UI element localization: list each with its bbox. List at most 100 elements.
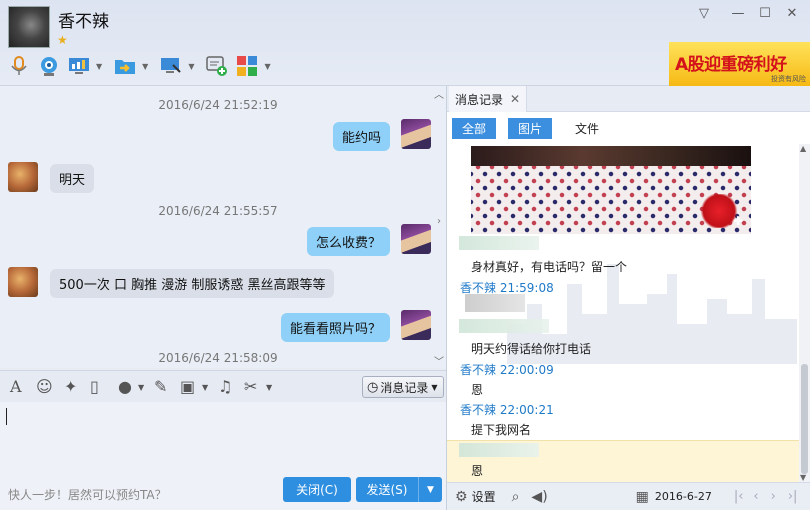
folder-arrow-icon (115, 60, 136, 74)
history-message[interactable]: 恩 (471, 381, 483, 398)
message-timestamp: 2016/6/24 21:58:09 (158, 351, 278, 365)
screen-share-icon (161, 58, 182, 73)
history-photo[interactable]: ✚ (471, 146, 751, 234)
create-discussion-button[interactable] (204, 53, 230, 79)
chat-toolbar: ▼ ▼ ▼ ▼ (6, 52, 281, 80)
settings-label[interactable]: 设置 (472, 488, 496, 505)
redacted-name (459, 443, 539, 457)
history-list[interactable]: ✚ 身材真好，有电话吗？留一个 香不辣 21:59:08 明天约得话给你打电话 … (447, 144, 799, 482)
calendar-icon[interactable]: ▦ (636, 489, 649, 505)
close-button[interactable]: 关闭(C) (283, 477, 351, 502)
chevron-down-icon[interactable]: ▼ (202, 383, 208, 392)
my-avatar[interactable] (401, 224, 431, 254)
message-bubble-sent[interactable]: 能约吗 (332, 122, 390, 151)
voice-call-button[interactable] (6, 53, 32, 79)
history-scrollbar[interactable]: ▲ ▼ (799, 144, 810, 482)
microphone-icon (11, 56, 27, 75)
history-message[interactable]: 身材真好，有电话吗？留一个 (471, 258, 627, 275)
message-bubble-received[interactable]: 明天 (50, 164, 95, 193)
voice-message-icon[interactable]: ● (118, 377, 132, 396)
filter-files[interactable]: 文件 (565, 118, 609, 139)
image-icon[interactable]: ▣ (180, 377, 195, 396)
filter-all[interactable]: 全部 (452, 118, 497, 139)
zoom-icon[interactable]: ✚ (733, 214, 743, 228)
music-icon[interactable]: ♫ (218, 377, 232, 396)
message-bubble-received[interactable]: 500一次 口 胸推 漫游 制服诱惑 黑丝高跟等等 (50, 269, 335, 298)
history-date[interactable]: 2016-6-27 (655, 490, 712, 503)
history-message[interactable]: 恩 (471, 462, 483, 479)
message-log-button[interactable]: ◷ 消息记录 ▼ (362, 376, 444, 398)
gear-icon[interactable]: ⚙ (455, 489, 468, 505)
message-area[interactable]: ︿ 2016/6/24 21:52:19 能约吗 明天 2016/6/24 21… (0, 86, 446, 368)
close-window-button[interactable]: ✕ (782, 4, 802, 24)
close-icon[interactable]: ✕ (510, 92, 520, 106)
history-footer: ⚙ 设置 ⌕ ◀) ▦ 2016-6-27 |‹ ‹ › ›| (447, 482, 810, 510)
advertisement-banner[interactable]: A股迎重磅利好 投资有风险 (669, 42, 810, 86)
chevron-right-icon[interactable]: › (437, 216, 447, 236)
chat-header: 香不辣 ★ ▽ — ☐ ✕ ▼ ▼ ▼ ▼ A股迎重磅利好 投资有风险 (0, 0, 810, 86)
chevron-down-icon[interactable]: ▼ (96, 62, 102, 71)
message-log-label: 消息记录 (380, 380, 429, 395)
search-icon[interactable]: ⌕ (512, 489, 520, 505)
message-bubble-sent[interactable]: 怎么收费？ (306, 227, 390, 256)
clock-icon: ◷ (367, 379, 379, 395)
apps-button[interactable] (234, 53, 260, 79)
window-menu-button[interactable]: ▽ (694, 4, 714, 24)
history-panel: 消息记录 ✕ 全部 图片 文件 ✚ 身材真好，有电话吗？留一个 香不辣 21:5… (447, 86, 810, 510)
first-page-icon[interactable]: |‹ (734, 489, 744, 504)
star-icon: ★ (57, 33, 68, 47)
shake-window-icon[interactable]: ▯ (90, 377, 99, 396)
font-icon[interactable]: A (10, 377, 22, 396)
last-page-icon[interactable]: ›| (788, 489, 798, 504)
chevron-down-icon[interactable]: ▼ (138, 383, 144, 392)
chevron-down-icon[interactable]: ▼ (142, 62, 148, 71)
ad-disclaimer: 投资有风险 (771, 75, 806, 83)
chevron-down-icon[interactable]: ▼ (188, 62, 194, 71)
send-button[interactable]: 发送(S) ▼ (356, 477, 442, 502)
scroll-up-icon[interactable]: ▲ (800, 144, 806, 153)
contact-avatar[interactable] (8, 6, 50, 48)
my-avatar[interactable] (401, 310, 431, 340)
send-label[interactable]: 发送(S) (356, 481, 418, 498)
contact-avatar-small[interactable] (8, 162, 38, 192)
speaker-icon[interactable]: ◀) (531, 489, 547, 505)
next-page-icon[interactable]: › (771, 489, 776, 504)
redacted-image (465, 294, 525, 312)
message-bubble-sent[interactable]: 能看看照片吗？ (280, 313, 390, 342)
emoji-icon[interactable]: ☺ (36, 377, 53, 396)
video-call-button[interactable] (36, 53, 62, 79)
send-options-dropdown[interactable]: ▼ (418, 477, 442, 502)
redacted-name (459, 319, 549, 333)
filter-images[interactable]: 图片 (508, 118, 553, 139)
edit-icon[interactable]: ✎ (154, 377, 167, 396)
chevron-down-icon[interactable]: ▼ (264, 62, 270, 71)
send-file-button[interactable] (112, 53, 138, 79)
monitor-chart-icon (69, 58, 89, 74)
contact-avatar-small[interactable] (8, 267, 38, 297)
history-filters: 全部 图片 文件 (447, 112, 810, 144)
message-timestamp: 2016/6/24 21:55:57 (158, 204, 278, 218)
history-selected-entry[interactable]: 恩 (447, 440, 799, 482)
magic-wand-icon[interactable]: ✦ (64, 377, 77, 396)
scrollbar-thumb[interactable] (801, 364, 808, 474)
maximize-button[interactable]: ☐ (755, 4, 775, 24)
ad-headline: A股迎重磅利好 (675, 55, 787, 75)
message-timestamp: 2016/6/24 21:52:19 (158, 98, 278, 112)
screen-share-button[interactable] (158, 53, 184, 79)
history-message[interactable]: 提下我网名 (471, 421, 531, 438)
scissors-icon[interactable]: ✂ (244, 377, 257, 396)
expand-down-icon[interactable]: ﹀ (434, 353, 444, 368)
message-input[interactable] (0, 402, 446, 474)
minimize-button[interactable]: — (728, 4, 748, 24)
my-avatar[interactable] (401, 119, 431, 149)
chevron-down-icon[interactable]: ▼ (266, 383, 272, 392)
promo-hint[interactable]: 快人一步！居然可以预约TA？ (8, 486, 167, 503)
contact-name[interactable]: 香不辣 (58, 7, 109, 32)
tab-label: 消息记录 (455, 92, 504, 107)
remote-desktop-button[interactable] (66, 53, 92, 79)
tab-message-history[interactable]: 消息记录 ✕ (449, 86, 528, 112)
history-tabbar: 消息记录 ✕ (447, 86, 810, 112)
scroll-down-icon[interactable]: ▼ (800, 473, 806, 482)
previous-page-icon[interactable]: ‹ (753, 489, 758, 504)
history-message[interactable]: 明天约得话给你打电话 (471, 340, 591, 357)
